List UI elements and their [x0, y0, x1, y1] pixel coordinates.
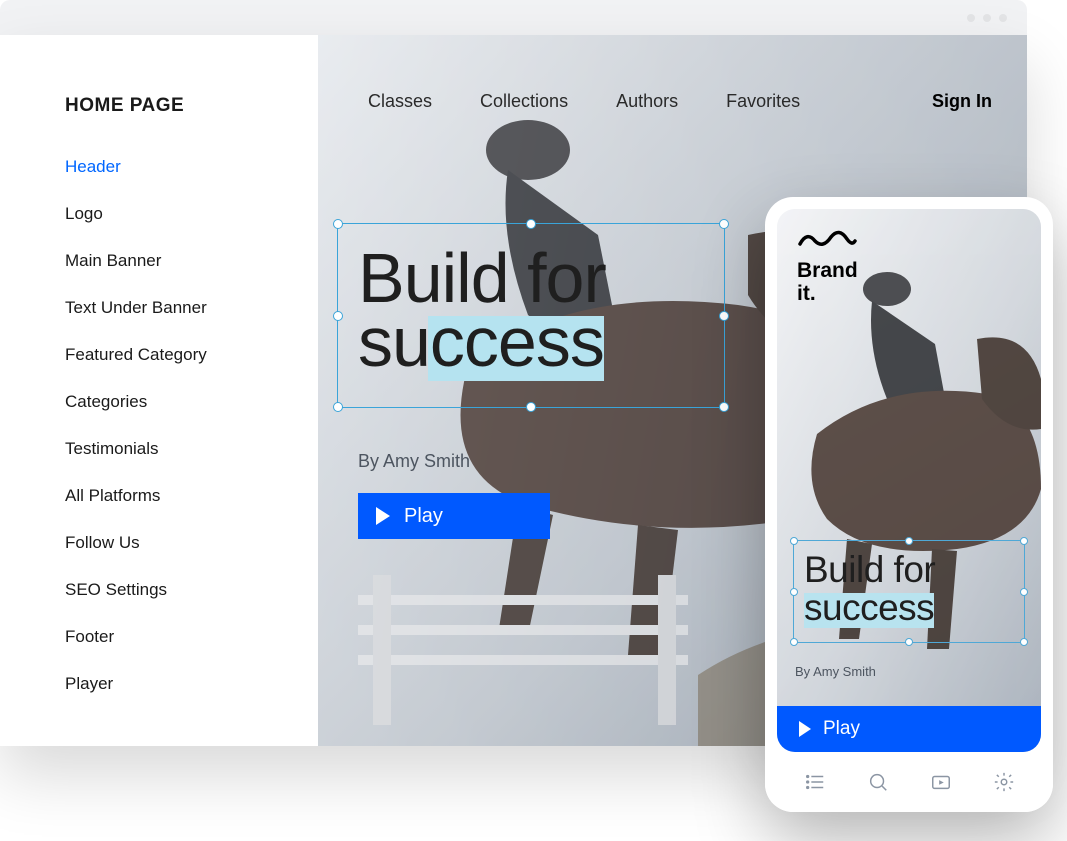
play-icon — [799, 721, 811, 737]
nav-collections[interactable]: Collections — [480, 91, 568, 112]
window-dot[interactable] — [983, 14, 991, 22]
mobile-brand: Brand it. — [797, 229, 858, 305]
mobile-hero-line1: Build for — [804, 551, 1014, 589]
sidebar-item-player[interactable]: Player — [65, 674, 318, 694]
sidebar-item-follow-us[interactable]: Follow Us — [65, 533, 318, 553]
resize-handle-bl[interactable] — [790, 638, 798, 646]
mobile-byline: By Amy Smith — [795, 664, 876, 679]
play-label: Play — [404, 505, 443, 528]
sidebar-item-main-banner[interactable]: Main Banner — [65, 251, 318, 271]
resize-handle-bm[interactable] — [526, 402, 536, 412]
resize-handle-ml[interactable] — [333, 311, 343, 321]
video-icon[interactable] — [930, 771, 952, 793]
nav-favorites[interactable]: Favorites — [726, 91, 800, 112]
resize-handle-tr[interactable] — [1020, 537, 1028, 545]
brand-logo-icon — [797, 229, 857, 249]
nav-classes[interactable]: Classes — [368, 91, 432, 112]
resize-handle-tm[interactable] — [905, 537, 913, 545]
resize-handle-tr[interactable] — [719, 219, 729, 229]
mobile-tabbar — [765, 752, 1053, 812]
window-dot[interactable] — [999, 14, 1007, 22]
play-icon — [376, 507, 390, 525]
sidebar-item-text-under-banner[interactable]: Text Under Banner — [65, 298, 318, 318]
hero-text-selection[interactable]: Build for success — [337, 223, 725, 408]
nav-authors[interactable]: Authors — [616, 91, 678, 112]
resize-handle-ml[interactable] — [790, 588, 798, 596]
window-dot[interactable] — [967, 14, 975, 22]
sidebar-item-featured-category[interactable]: Featured Category — [65, 345, 318, 365]
resize-handle-bl[interactable] — [333, 402, 343, 412]
sidebar-item-categories[interactable]: Categories — [65, 392, 318, 412]
sidebar-item-testimonials[interactable]: Testimonials — [65, 439, 318, 459]
hero-byline: By Amy Smith — [358, 451, 470, 472]
sign-in-link[interactable]: Sign In — [932, 91, 992, 112]
sidebar-item-seo-settings[interactable]: SEO Settings — [65, 580, 318, 600]
preview-top-nav: Classes Collections Authors Favorites Si… — [368, 91, 992, 112]
brand-line1: Brand — [797, 260, 858, 283]
hero-line1: Build for — [358, 246, 704, 310]
gear-icon[interactable] — [993, 771, 1015, 793]
mobile-play-button[interactable]: Play — [777, 706, 1041, 752]
browser-titlebar — [0, 0, 1027, 35]
mobile-screen: Brand it. Build for success By Amy Smith — [777, 209, 1041, 752]
play-button[interactable]: Play — [358, 493, 550, 539]
sidebar-item-header[interactable]: Header — [65, 157, 318, 177]
resize-handle-mr[interactable] — [719, 311, 729, 321]
brand-line2: it. — [797, 283, 858, 306]
mobile-preview: Brand it. Build for success By Amy Smith — [765, 197, 1053, 812]
sidebar-title: HOME PAGE — [65, 95, 318, 117]
hero-line2: success — [358, 303, 604, 381]
sidebar-item-footer[interactable]: Footer — [65, 627, 318, 647]
window-controls — [967, 14, 1007, 22]
hero-heading[interactable]: Build for success — [338, 224, 724, 375]
resize-handle-mr[interactable] — [1020, 588, 1028, 596]
resize-handle-tl[interactable] — [333, 219, 343, 229]
list-icon[interactable] — [804, 771, 826, 793]
mobile-hero-line2: success — [804, 587, 934, 628]
sidebar-item-logo[interactable]: Logo — [65, 204, 318, 224]
resize-handle-br[interactable] — [719, 402, 729, 412]
resize-handle-br[interactable] — [1020, 638, 1028, 646]
brand-text: Brand it. — [797, 260, 858, 305]
mobile-hero-heading[interactable]: Build for success — [794, 541, 1024, 626]
resize-handle-tl[interactable] — [790, 537, 798, 545]
resize-handle-tm[interactable] — [526, 219, 536, 229]
resize-handle-bm[interactable] — [905, 638, 913, 646]
mobile-play-label: Play — [823, 718, 860, 740]
search-icon[interactable] — [867, 771, 889, 793]
sidebar: HOME PAGE Header Logo Main Banner Text U… — [0, 35, 318, 746]
sidebar-item-all-platforms[interactable]: All Platforms — [65, 486, 318, 506]
mobile-hero-selection[interactable]: Build for success — [793, 540, 1025, 643]
